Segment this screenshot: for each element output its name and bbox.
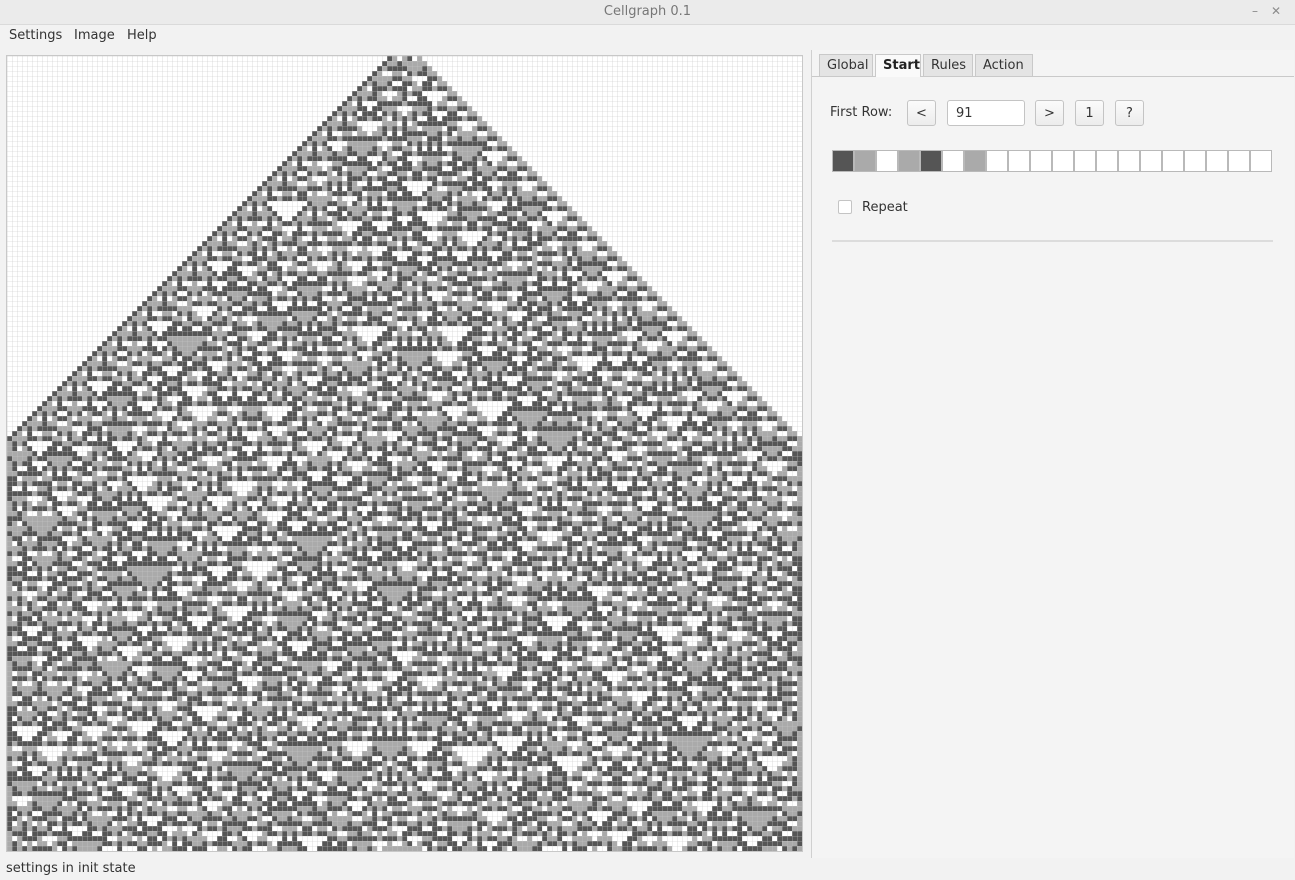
menu-settings[interactable]: Settings [9,28,62,43]
start-cell[interactable] [898,150,920,172]
first-row-field[interactable] [947,100,1025,126]
automaton-grid[interactable] [7,56,802,851]
start-cell[interactable] [1118,150,1140,172]
start-cell[interactable] [986,150,1008,172]
status-bar: settings in init state [0,858,1295,880]
start-cell[interactable] [1096,150,1118,172]
repeat-checkbox[interactable] [838,200,852,214]
start-cell[interactable] [854,150,876,172]
menu-bar: Settings Image Help [0,25,1295,49]
start-cell[interactable] [1030,150,1052,172]
start-cell[interactable] [1008,150,1030,172]
start-cell[interactable] [1250,150,1272,172]
window-title: Cellgraph 0.1 [603,4,692,19]
close-icon[interactable]: ✕ [1268,3,1284,19]
start-cell[interactable] [1206,150,1228,172]
status-text: settings in init state [6,861,136,876]
title-bar: Cellgraph 0.1 – ✕ [0,0,1295,25]
start-cell[interactable] [1074,150,1096,172]
menu-help[interactable]: Help [127,28,157,43]
tab-bar: Global Start Rules Action [812,52,1294,77]
start-tab-content: First Row: < > 1 ? Repeat [812,78,1294,848]
start-cell[interactable] [1140,150,1162,172]
next-row-button[interactable]: > [1035,100,1064,126]
tab-global[interactable]: Global [819,54,873,76]
start-cell[interactable] [964,150,986,172]
start-cell[interactable] [942,150,964,172]
menu-image[interactable]: Image [74,28,115,43]
first-row-label: First Row: [830,105,893,120]
start-cell[interactable] [876,150,898,172]
start-cell[interactable] [832,150,854,172]
start-cell[interactable] [1162,150,1184,172]
start-cell[interactable] [1052,150,1074,172]
automaton-canvas[interactable] [6,55,803,852]
tab-action[interactable]: Action [975,54,1033,76]
random-row-button[interactable]: ? [1115,100,1144,126]
minimize-icon[interactable]: – [1247,3,1263,19]
previous-row-button[interactable]: < [907,100,936,126]
single-cell-button[interactable]: 1 [1075,100,1104,126]
start-cell[interactable] [1228,150,1250,172]
tab-rules[interactable]: Rules [923,54,973,76]
settings-panel: Global Start Rules Action First Row: < >… [811,50,1294,858]
tab-start[interactable]: Start [875,54,921,77]
repeat-label: Repeat [862,200,908,215]
separator [832,240,1273,242]
start-cell[interactable] [920,150,942,172]
start-cell[interactable] [1184,150,1206,172]
